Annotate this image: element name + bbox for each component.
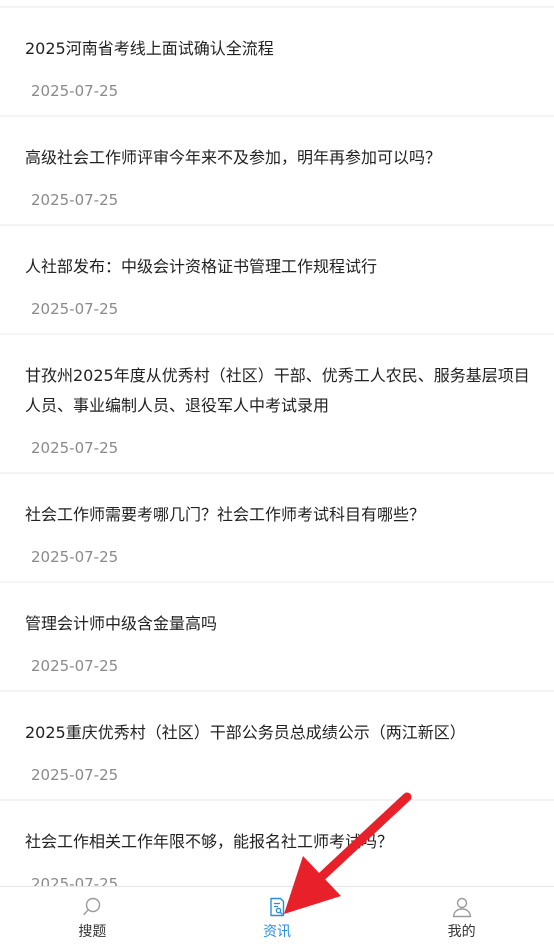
- tab-profile[interactable]: 我的: [369, 887, 554, 949]
- tab-profile-label: 我的: [447, 924, 476, 940]
- news-item[interactable]: 2025重庆优秀村（社区）干部公务员总成绩公示（两江新区） 2025-07-25: [0, 692, 554, 799]
- news-item[interactable]: 社会工作师需要考哪几门？社会工作师考试科目有哪些？ 2025-07-25: [0, 474, 554, 581]
- news-date: 2025-07-25: [31, 766, 119, 784]
- news-list: 2025河南省考线上面试确认全流程 2025-07-25 高级社会工作师评审今年…: [0, 0, 554, 886]
- news-item[interactable]: 社会工作相关工作年限不够，能报名社工师考试吗？ 2025-07-25: [0, 801, 554, 886]
- news-item[interactable]: 甘孜州2025年度从优秀村（社区）干部、优秀工人农民、服务基层项目人员、事业编制…: [0, 335, 554, 472]
- news-date: 2025-07-25: [31, 875, 119, 886]
- news-icon: [270, 897, 285, 917]
- news-date: 2025-07-25: [31, 300, 119, 318]
- news-title: 社会工作相关工作年限不够，能报名社工师考试吗？: [25, 832, 394, 851]
- user-icon: [452, 897, 471, 918]
- news-title: 2025重庆优秀村（社区）干部公务员总成绩公示（两江新区）: [25, 723, 466, 742]
- news-title: 人社部发布：中级会计资格证书管理工作规程试行: [25, 257, 378, 276]
- news-date: 2025-07-25: [31, 657, 119, 675]
- tab-news[interactable]: 资讯: [185, 887, 370, 949]
- news-title: 高级社会工作师评审今年来不及参加，明年再参加可以吗？: [25, 148, 442, 167]
- news-item[interactable]: 高级社会工作师评审今年来不及参加，明年再参加可以吗？ 2025-07-25: [0, 117, 554, 224]
- bottom-tab-bar: 搜题 资讯 我的: [0, 886, 554, 949]
- news-item[interactable]: 人社部发布：中级会计资格证书管理工作规程试行 2025-07-25: [0, 226, 554, 333]
- news-date: 2025-07-25: [31, 191, 119, 209]
- news-date: 2025-07-25: [31, 82, 119, 100]
- news-date: 2025-07-25: [31, 439, 119, 457]
- tab-search[interactable]: 搜题: [0, 887, 185, 949]
- news-item[interactable]: 管理会计师中级含金量高吗 2025-07-25: [0, 583, 554, 690]
- news-title: 2025河南省考线上面试确认全流程: [25, 39, 274, 58]
- tab-search-label: 搜题: [78, 924, 107, 940]
- news-date: 2025-07-25: [31, 548, 119, 566]
- tab-news-label: 资讯: [263, 924, 291, 940]
- news-title: 甘孜州2025年度从优秀村（社区）干部、优秀工人农民、服务基层项目人员、事业编制…: [25, 366, 530, 415]
- news-item[interactable]: 2025河南省考线上面试确认全流程 2025-07-25: [0, 8, 554, 115]
- search-icon: [83, 897, 101, 916]
- previous-item-edge: [0, 0, 554, 6]
- news-title: 管理会计师中级含金量高吗: [25, 614, 218, 633]
- news-title: 社会工作师需要考哪几门？社会工作师考试科目有哪些？: [25, 505, 426, 524]
